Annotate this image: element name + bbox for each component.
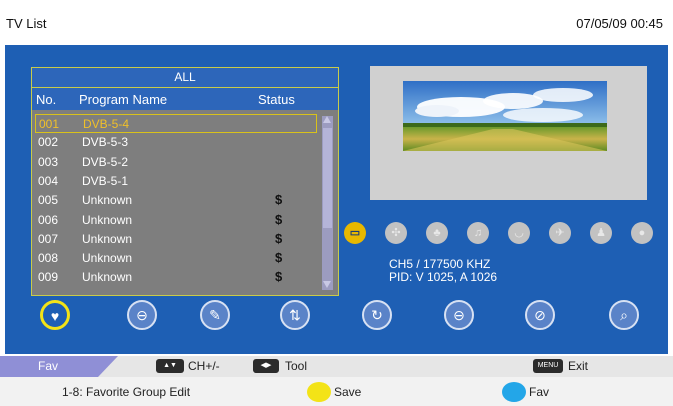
skip-button[interactable]: ↻ xyxy=(362,300,392,330)
program-row[interactable]: 007 Unknown $ xyxy=(35,230,315,248)
program-name: Unknown xyxy=(82,193,133,208)
program-name: DVB-5-2 xyxy=(82,154,129,169)
program-name: DVB-5-3 xyxy=(82,135,129,150)
program-number: 006 xyxy=(38,212,59,227)
program-name: Unknown xyxy=(82,231,133,246)
ch-label: CH+/- xyxy=(188,359,220,373)
column-headers: No. Program Name Status xyxy=(32,88,338,110)
scroll-up-icon[interactable] xyxy=(323,116,331,123)
program-number: 009 xyxy=(38,270,59,285)
scrambled-status-icon: $ xyxy=(275,250,283,266)
date-time: 07/05/09 00:45 xyxy=(576,16,663,31)
lock-icon: ⊖ xyxy=(136,307,148,323)
program-number: 005 xyxy=(38,193,59,208)
lock-button[interactable]: ⊖ xyxy=(127,300,157,330)
program-name: DVB-5-1 xyxy=(82,173,129,188)
program-number: 001 xyxy=(39,117,60,131)
rename-button[interactable]: ✎ xyxy=(200,300,230,330)
program-row[interactable]: 001 DVB-5-4 xyxy=(35,114,317,133)
scrambled-status-icon: $ xyxy=(275,192,283,208)
program-row[interactable]: 009 Unknown $ xyxy=(35,268,315,286)
fav-mode-tab[interactable] xyxy=(0,356,118,377)
block-button[interactable]: ⊘ xyxy=(525,300,555,330)
fav-label: Fav xyxy=(529,385,550,399)
cooking-category-icon[interactable]: ◡ xyxy=(508,222,530,244)
favorite-button[interactable]: ♥ xyxy=(40,300,70,330)
kids-category-icon[interactable]: ♣ xyxy=(426,222,448,244)
film-category-icon[interactable]: ▭ xyxy=(344,222,366,244)
heart-icon: ♥ xyxy=(50,308,60,324)
person-category-icon[interactable]: ● xyxy=(631,222,653,244)
program-number: 007 xyxy=(38,231,59,246)
video-preview xyxy=(370,66,647,200)
delete-button[interactable]: ⊖ xyxy=(444,300,474,330)
scroll-down-icon[interactable] xyxy=(323,281,331,288)
program-row[interactable]: 004 DVB-5-1 xyxy=(35,172,315,190)
sort-arrows-icon: ⇅ xyxy=(289,307,301,323)
scroll-thumb[interactable] xyxy=(323,128,332,228)
exit-label: Exit xyxy=(568,359,589,373)
scrambled-status-icon: $ xyxy=(275,230,283,246)
program-number: 003 xyxy=(38,154,59,169)
landscape-preview-image xyxy=(403,81,607,151)
pencil-icon: ✎ xyxy=(209,307,221,323)
menu-key-icon: MENU xyxy=(533,359,563,373)
group-header[interactable]: ALL xyxy=(32,68,338,88)
tool-label: Tool xyxy=(285,359,308,373)
group-edit-hint: 1-8: Favorite Group Edit xyxy=(62,385,191,399)
program-name: DVB-5-4 xyxy=(83,117,130,131)
move-button[interactable]: ⇅ xyxy=(280,300,310,330)
delete-icon: ⊖ xyxy=(453,307,465,323)
save-label: Save xyxy=(334,385,362,399)
title-bar: TV List 07/05/09 00:45 xyxy=(0,0,673,48)
program-row[interactable]: 002 DVB-5-3 xyxy=(35,133,315,151)
tool-leftright-key-icon: ◀▶ xyxy=(253,359,279,373)
column-no: No. xyxy=(36,92,57,107)
recycle-icon: ↻ xyxy=(371,307,383,323)
blue-key-icon[interactable] xyxy=(502,382,526,402)
page-title: TV List xyxy=(6,16,47,31)
program-row[interactable]: 003 DVB-5-2 xyxy=(35,153,315,171)
program-name: Unknown xyxy=(82,212,133,227)
list-scrollbar[interactable] xyxy=(322,116,333,290)
program-number: 002 xyxy=(38,135,59,150)
block-icon: ⊘ xyxy=(534,307,546,323)
program-row[interactable]: 006 Unknown $ xyxy=(35,211,315,229)
program-number: 008 xyxy=(38,251,59,266)
find-button[interactable]: ⌕ xyxy=(609,300,639,330)
music-category-icon[interactable]: ♫ xyxy=(467,222,489,244)
channel-pid: PID: V 1025, A 1026 xyxy=(389,270,498,284)
program-name: Unknown xyxy=(82,270,133,285)
scrambled-status-icon: $ xyxy=(275,269,283,285)
program-name: Unknown xyxy=(82,251,133,266)
culture-category-icon[interactable]: ♟ xyxy=(590,222,612,244)
program-row[interactable]: 008 Unknown $ xyxy=(35,249,315,267)
yellow-key-icon[interactable] xyxy=(307,382,331,402)
column-status: Status xyxy=(258,92,295,107)
scrambled-status-icon: $ xyxy=(275,211,283,227)
program-row[interactable]: 005 Unknown $ xyxy=(35,191,315,209)
program-number: 004 xyxy=(38,173,59,188)
program-list: ALL No. Program Name Status 001 DVB-5-4 00… xyxy=(31,67,339,296)
fav-mode-label: Fav xyxy=(38,359,59,373)
travel-category-icon[interactable]: ✈ xyxy=(549,222,571,244)
channel-info: CH5 / 177500 KHZ PID: V 1025, A 1026 xyxy=(389,258,497,284)
ch-updown-key-icon: ▲▼ xyxy=(156,359,184,373)
sports-category-icon[interactable]: ✣ xyxy=(385,222,407,244)
column-program-name: Program Name xyxy=(79,92,168,107)
search-icon: ⌕ xyxy=(620,307,628,323)
